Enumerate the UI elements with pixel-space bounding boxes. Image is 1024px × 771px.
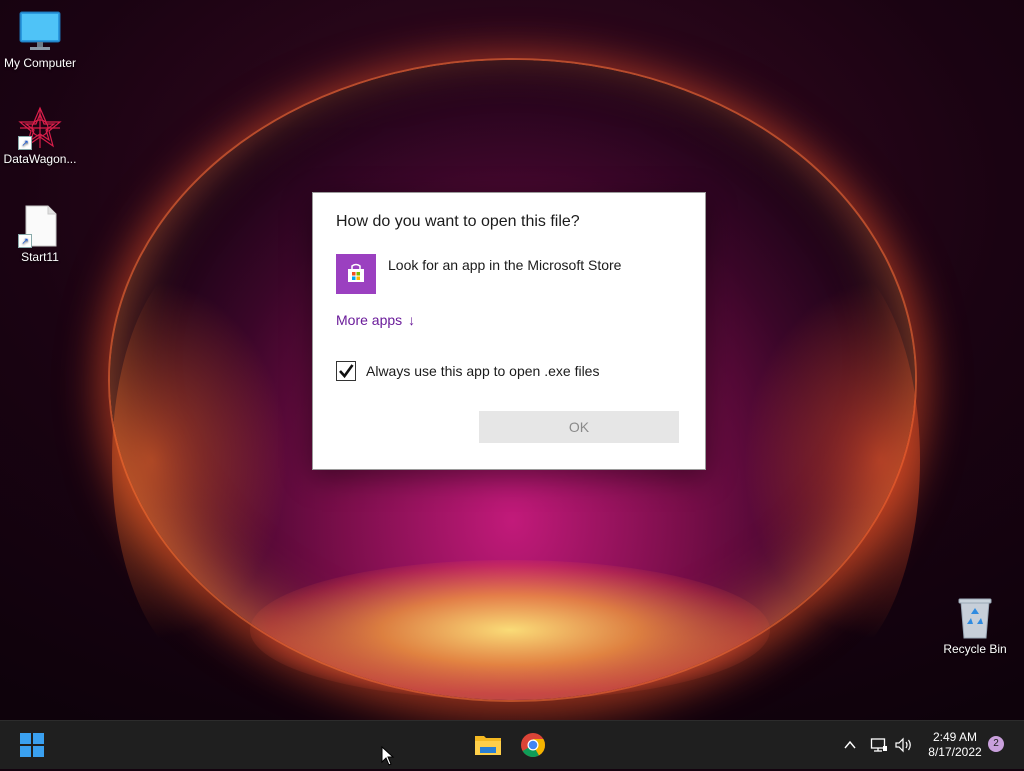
start-icon bbox=[20, 733, 44, 757]
volume-icon bbox=[895, 737, 911, 753]
wallpaper-glow-bottom bbox=[250, 560, 770, 700]
clock-date: 8/17/2022 bbox=[928, 745, 982, 759]
network-icon bbox=[870, 738, 887, 752]
volume-button[interactable] bbox=[894, 721, 914, 769]
network-button[interactable] bbox=[870, 721, 888, 769]
more-apps-link[interactable]: More apps ↓ bbox=[336, 312, 415, 328]
ok-button[interactable]: OK bbox=[479, 411, 679, 443]
shortcut-arrow-icon: ↗ bbox=[18, 234, 32, 248]
open-with-dialog: How do you want to open this file? Look … bbox=[312, 192, 706, 470]
checkmark-icon bbox=[339, 364, 354, 379]
arrow-down-icon: ↓ bbox=[408, 312, 416, 328]
more-apps-label: More apps bbox=[336, 312, 403, 328]
always-use-row: Always use this app to open .exe files bbox=[336, 361, 599, 381]
mouse-cursor-icon bbox=[381, 745, 395, 771]
taskbar: 2:49 AM 8/17/2022 bbox=[0, 720, 1024, 769]
desktop-icon-datawagon[interactable]: ↗ DataWagon... bbox=[0, 106, 80, 166]
shortcut-arrow-icon: ↗ bbox=[18, 136, 32, 150]
chrome-icon bbox=[521, 733, 545, 758]
file-explorer-button[interactable] bbox=[472, 729, 504, 761]
desktop-icon-label: My Computer bbox=[3, 56, 77, 70]
recycle-bin-icon bbox=[953, 596, 997, 640]
chevron-up-icon bbox=[844, 740, 856, 749]
always-use-checkbox[interactable] bbox=[336, 361, 356, 381]
desktop-icon-label: Recycle Bin bbox=[943, 642, 1007, 656]
dialog-title: How do you want to open this file? bbox=[336, 213, 580, 230]
microsoft-store-option[interactable]: Look for an app in the Microsoft Store bbox=[336, 254, 621, 296]
document-icon: ↗ bbox=[18, 204, 62, 248]
desktop-icon-recycle-bin[interactable]: Recycle Bin bbox=[935, 596, 1015, 656]
chrome-button[interactable] bbox=[517, 729, 549, 761]
microsoft-store-icon bbox=[336, 254, 376, 294]
desktop-icon-label: DataWagon... bbox=[3, 152, 77, 166]
taskbar-clock[interactable]: 2:49 AM 8/17/2022 bbox=[920, 730, 990, 760]
desktop-icon-my-computer[interactable]: My Computer bbox=[0, 10, 80, 70]
show-hidden-icons-button[interactable] bbox=[842, 721, 858, 769]
datawagon-icon: ↗ bbox=[18, 106, 62, 150]
always-use-label: Always use this app to open .exe files bbox=[366, 363, 600, 379]
desktop-icon-start11[interactable]: ↗ Start11 bbox=[0, 204, 80, 264]
monitor-icon bbox=[18, 10, 62, 54]
file-explorer-icon bbox=[475, 736, 501, 755]
microsoft-store-option-label: Look for an app in the Microsoft Store bbox=[388, 257, 622, 273]
start-button[interactable] bbox=[16, 729, 48, 761]
clock-time: 2:49 AM bbox=[932, 730, 978, 744]
desktop-icon-label: Start11 bbox=[21, 250, 59, 264]
notification-badge[interactable]: 2 bbox=[988, 736, 1004, 752]
